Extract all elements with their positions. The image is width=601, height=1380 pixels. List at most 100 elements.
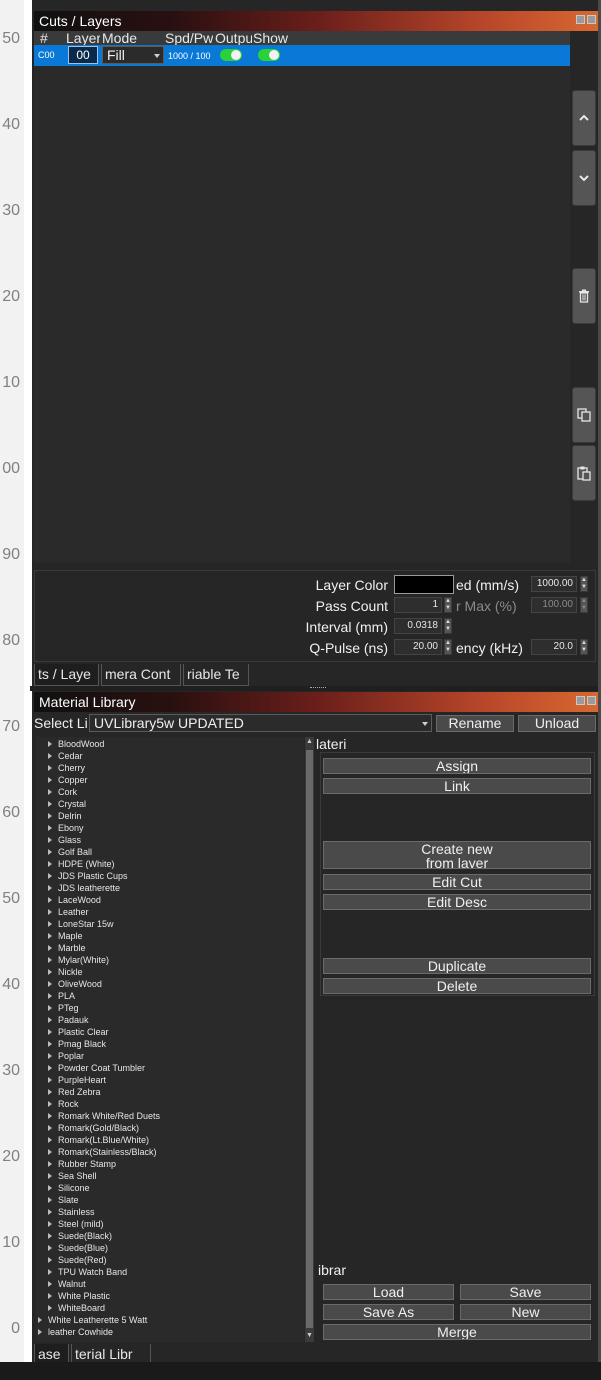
frequency-spinner[interactable]: ▲ ▼ xyxy=(580,639,588,655)
close-window-icon[interactable] xyxy=(587,696,596,705)
create-from-layer-button[interactable]: Create new from layer xyxy=(323,841,591,869)
link-button[interactable]: Link xyxy=(323,778,591,794)
material-tree-item[interactable]: Rock xyxy=(48,1098,79,1110)
qpulse-spinner[interactable]: ▲ ▼ xyxy=(444,639,452,655)
material-tree-item[interactable]: Ebony xyxy=(48,822,84,834)
delete-layer-button[interactable] xyxy=(572,268,596,324)
expand-arrow-icon[interactable] xyxy=(48,776,52,783)
speed-input[interactable]: 1000.00 xyxy=(531,576,577,592)
layers-grid[interactable] xyxy=(34,31,570,563)
max-power-spinner[interactable]: ▲ ▼ xyxy=(580,597,588,613)
material-tree-item[interactable]: BloodWood xyxy=(48,738,104,750)
material-tree-item[interactable]: Padauk xyxy=(48,1014,89,1026)
material-tree-item[interactable]: HDPE (White) xyxy=(48,858,115,870)
layer-color-picker[interactable] xyxy=(394,575,454,594)
expand-arrow-icon[interactable] xyxy=(48,884,52,891)
material-tree-item[interactable]: Mylar(White) xyxy=(48,954,109,966)
expand-arrow-icon[interactable] xyxy=(48,1052,52,1059)
interval-spinner[interactable]: ▲ ▼ xyxy=(444,618,452,634)
speed-spinner[interactable]: ▲ ▼ xyxy=(580,576,588,592)
expand-arrow-icon[interactable] xyxy=(48,1076,52,1083)
col-header-layer[interactable]: Layer xyxy=(66,31,100,45)
unload-button[interactable]: Unload xyxy=(518,715,596,732)
expand-arrow-icon[interactable] xyxy=(48,932,52,939)
material-tree-item[interactable]: PurpleHeart xyxy=(48,1074,106,1086)
material-tree-item[interactable]: OliveWood xyxy=(48,978,102,990)
material-tree-item[interactable]: Powder Coat Tumbler xyxy=(48,1062,145,1074)
expand-arrow-icon[interactable] xyxy=(48,1196,52,1203)
mode-select[interactable]: Fill xyxy=(102,46,164,64)
material-tree-item[interactable]: Pmag Black xyxy=(48,1038,106,1050)
save-button[interactable]: Save xyxy=(460,1284,591,1300)
material-tree-item[interactable]: Romark(Lt.Blue/White) xyxy=(48,1134,149,1146)
expand-arrow-icon[interactable] xyxy=(48,1184,52,1191)
material-tree-item[interactable]: WhiteBoard xyxy=(48,1302,105,1314)
material-tree-item[interactable]: Golf Ball xyxy=(48,846,92,858)
library-select[interactable]: UVLibrary5w UPDATED xyxy=(89,714,432,732)
expand-arrow-icon[interactable] xyxy=(48,752,52,759)
expand-arrow-icon[interactable] xyxy=(48,1004,52,1011)
delete-button[interactable]: Delete xyxy=(323,978,591,994)
expand-arrow-icon[interactable] xyxy=(48,800,52,807)
expand-arrow-icon[interactable] xyxy=(48,1064,52,1071)
expand-arrow-icon[interactable] xyxy=(48,1088,52,1095)
expand-arrow-icon[interactable] xyxy=(48,956,52,963)
material-tree-item[interactable]: Cherry xyxy=(48,762,85,774)
material-tree-item[interactable]: Glass xyxy=(48,834,81,846)
material-tree-item[interactable]: Marble xyxy=(48,942,86,954)
material-tree-item[interactable]: Slate xyxy=(48,1194,79,1206)
expand-arrow-icon[interactable] xyxy=(48,920,52,927)
expand-arrow-icon[interactable] xyxy=(48,788,52,795)
material-tree-item[interactable]: Maple xyxy=(48,930,83,942)
material-tree-item[interactable]: JDS leatherette xyxy=(48,882,120,894)
expand-arrow-icon[interactable] xyxy=(48,1292,52,1299)
expand-arrow-icon[interactable] xyxy=(48,1268,52,1275)
material-tree-root-item[interactable]: leather Cowhide xyxy=(38,1326,113,1338)
expand-arrow-icon[interactable] xyxy=(48,908,52,915)
expand-arrow-icon[interactable] xyxy=(48,1028,52,1035)
material-tree-item[interactable]: LoneStar 15w xyxy=(48,918,114,930)
material-tree-item[interactable]: Cork xyxy=(48,786,77,798)
expand-arrow-icon[interactable] xyxy=(48,1244,52,1251)
tab-camera-control[interactable]: mera Cont xyxy=(101,664,181,686)
expand-arrow-icon[interactable] xyxy=(38,1328,42,1335)
expand-arrow-icon[interactable] xyxy=(38,1316,42,1323)
expand-arrow-icon[interactable] xyxy=(48,836,52,843)
material-tree-item[interactable]: Crystal xyxy=(48,798,86,810)
expand-arrow-icon[interactable] xyxy=(48,992,52,999)
material-tree-item[interactable]: LaceWood xyxy=(48,894,101,906)
material-tree-item[interactable]: Delrin xyxy=(48,810,82,822)
col-header-number[interactable]: # xyxy=(40,31,60,45)
expand-arrow-icon[interactable] xyxy=(48,1280,52,1287)
expand-arrow-icon[interactable] xyxy=(48,1100,52,1107)
duplicate-button[interactable]: Duplicate xyxy=(323,958,591,974)
expand-arrow-icon[interactable] xyxy=(48,968,52,975)
max-power-input[interactable]: 100.00 xyxy=(531,597,577,613)
expand-arrow-icon[interactable] xyxy=(48,1040,52,1047)
expand-arrow-icon[interactable] xyxy=(48,1160,52,1167)
expand-arrow-icon[interactable] xyxy=(48,1220,52,1227)
tab-variable-text[interactable]: riable Te xyxy=(183,664,249,686)
expand-arrow-icon[interactable] xyxy=(48,1208,52,1215)
material-tree-item[interactable]: PTeg xyxy=(48,1002,79,1014)
material-tree-item[interactable]: Stainless xyxy=(48,1206,95,1218)
expand-arrow-icon[interactable] xyxy=(48,1148,52,1155)
scroll-down-icon[interactable]: ▼ xyxy=(306,1332,313,1339)
material-tree-item[interactable]: Rubber Stamp xyxy=(48,1158,116,1170)
expand-arrow-icon[interactable] xyxy=(48,980,52,987)
expand-arrow-icon[interactable] xyxy=(48,812,52,819)
expand-arrow-icon[interactable] xyxy=(48,1172,52,1179)
paste-layer-button[interactable] xyxy=(572,445,596,501)
expand-arrow-icon[interactable] xyxy=(48,1256,52,1263)
scroll-up-icon[interactable]: ▲ xyxy=(306,738,313,745)
save-as-button[interactable]: Save As xyxy=(323,1304,454,1320)
col-header-output[interactable]: Output xyxy=(215,31,252,45)
material-tree-item[interactable]: Romark White/Red Duets xyxy=(48,1110,160,1122)
expand-arrow-icon[interactable] xyxy=(48,1124,52,1131)
material-tree-item[interactable]: Cedar xyxy=(48,750,83,762)
close-window-icon[interactable] xyxy=(587,15,596,24)
material-tree-root-item[interactable]: White Leatherette 5 Watt xyxy=(38,1314,147,1326)
pass-count-spinner[interactable]: ▲ ▼ xyxy=(444,597,452,613)
col-header-spd-pwr[interactable]: Spd/Pwr xyxy=(165,31,213,45)
material-tree-item[interactable]: Copper xyxy=(48,774,88,786)
